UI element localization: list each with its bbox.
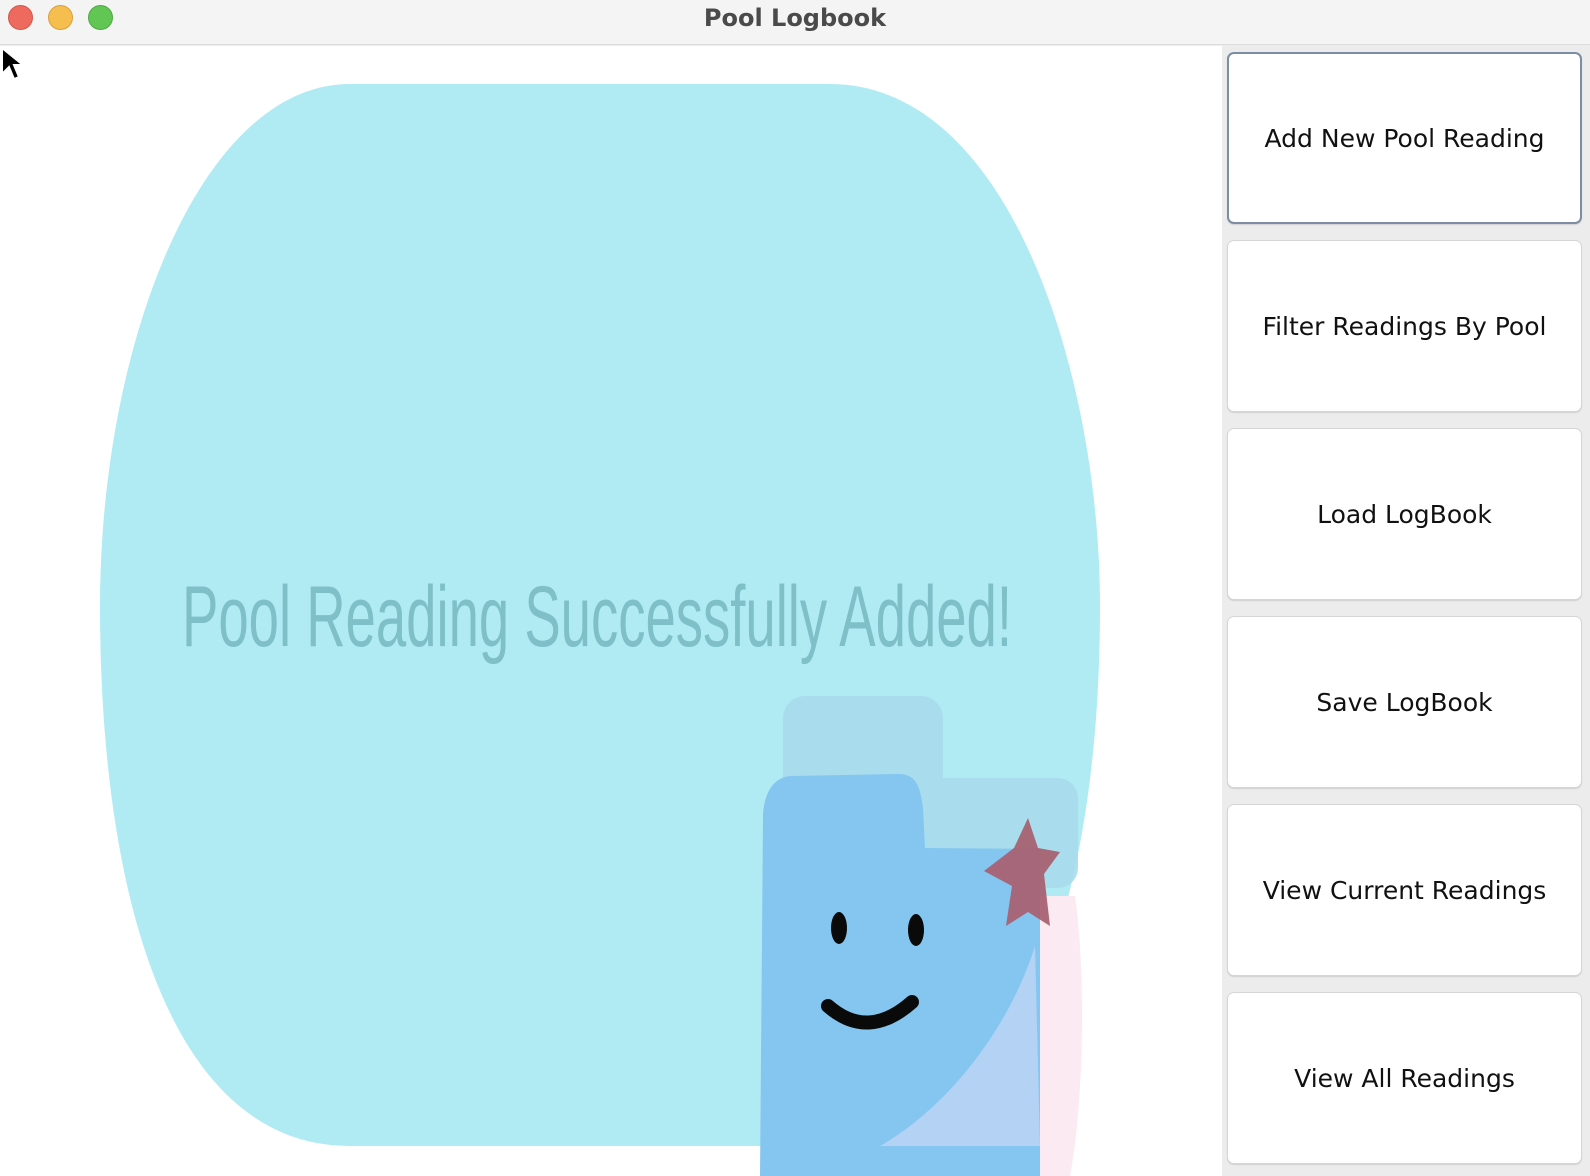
view-current-readings-button[interactable]: View Current Readings [1227,804,1582,976]
add-new-pool-reading-button[interactable]: Add New Pool Reading [1227,52,1582,224]
eye-left [831,912,847,944]
window-title: Pool Logbook [703,4,887,32]
folder-tail [1040,896,1082,1176]
eye-right [908,914,924,946]
load-logbook-button[interactable]: Load LogBook [1227,428,1582,600]
filter-readings-by-pool-button[interactable]: Filter Readings By Pool [1227,240,1582,412]
mouse-pointer-icon [0,46,26,81]
save-logbook-button[interactable]: Save LogBook [1227,616,1582,788]
action-sidebar: Add New Pool Reading Filter Readings By … [1222,46,1590,1176]
title-bar: Pool Logbook [0,0,1590,45]
success-illustration: Pool Reading Successfully Added! [100,84,1100,1176]
success-message: Pool Reading Successfully Added! [182,569,1012,665]
main-canvas: Pool Reading Successfully Added! [0,46,1222,1176]
view-all-readings-button[interactable]: View All Readings [1227,992,1582,1164]
